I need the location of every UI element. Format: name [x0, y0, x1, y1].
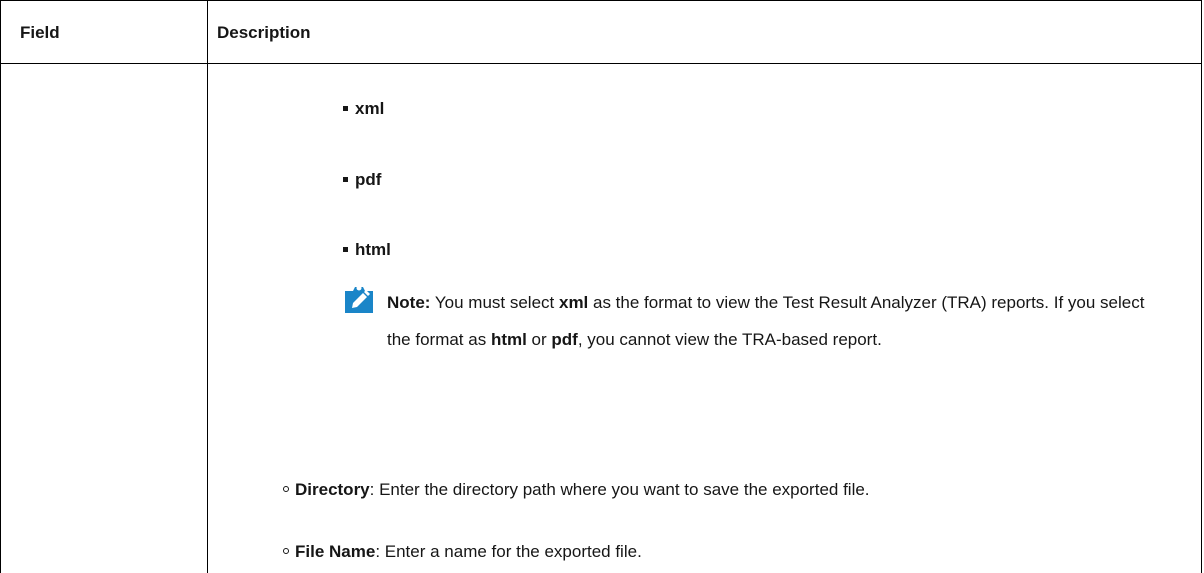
note-prefix: Note: — [387, 293, 431, 312]
pencil-note-icon — [345, 285, 373, 313]
column-header-description: Description — [217, 23, 311, 42]
note-text-part: You must select — [430, 293, 559, 312]
format-label: pdf — [355, 170, 382, 189]
table-header-row: Field Description — [1, 0, 1201, 64]
square-bullet-icon — [343, 106, 348, 111]
format-item-html: html — [343, 240, 391, 260]
note-bold-pdf: pdf — [551, 330, 578, 349]
column-header-field: Field — [20, 23, 60, 42]
note-text-part: , you cannot view the TRA-based report. — [577, 330, 882, 349]
option-label: File Name — [295, 542, 376, 561]
option-text: : Enter the directory path where you wan… — [369, 480, 870, 499]
note-text-part: or — [526, 330, 552, 349]
option-text: : Enter a name for the exported file. — [375, 542, 642, 561]
option-directory: Directory: Enter the directory path wher… — [283, 480, 870, 500]
note-bold-xml: xml — [558, 293, 589, 312]
column-divider — [207, 0, 208, 573]
format-item-xml: xml — [343, 99, 384, 119]
circle-bullet-icon — [283, 486, 289, 492]
square-bullet-icon — [343, 177, 348, 182]
square-bullet-icon — [343, 247, 348, 252]
note-text: Note: You must select xml as the format … — [387, 284, 1167, 358]
format-item-pdf: pdf — [343, 170, 381, 190]
format-label: xml — [355, 99, 385, 118]
circle-bullet-icon — [283, 548, 289, 554]
format-label: html — [355, 240, 391, 259]
option-label: Directory — [295, 480, 370, 499]
option-file-name: File Name: Enter a name for the exported… — [283, 542, 642, 562]
note-bold-html: html — [490, 330, 527, 349]
